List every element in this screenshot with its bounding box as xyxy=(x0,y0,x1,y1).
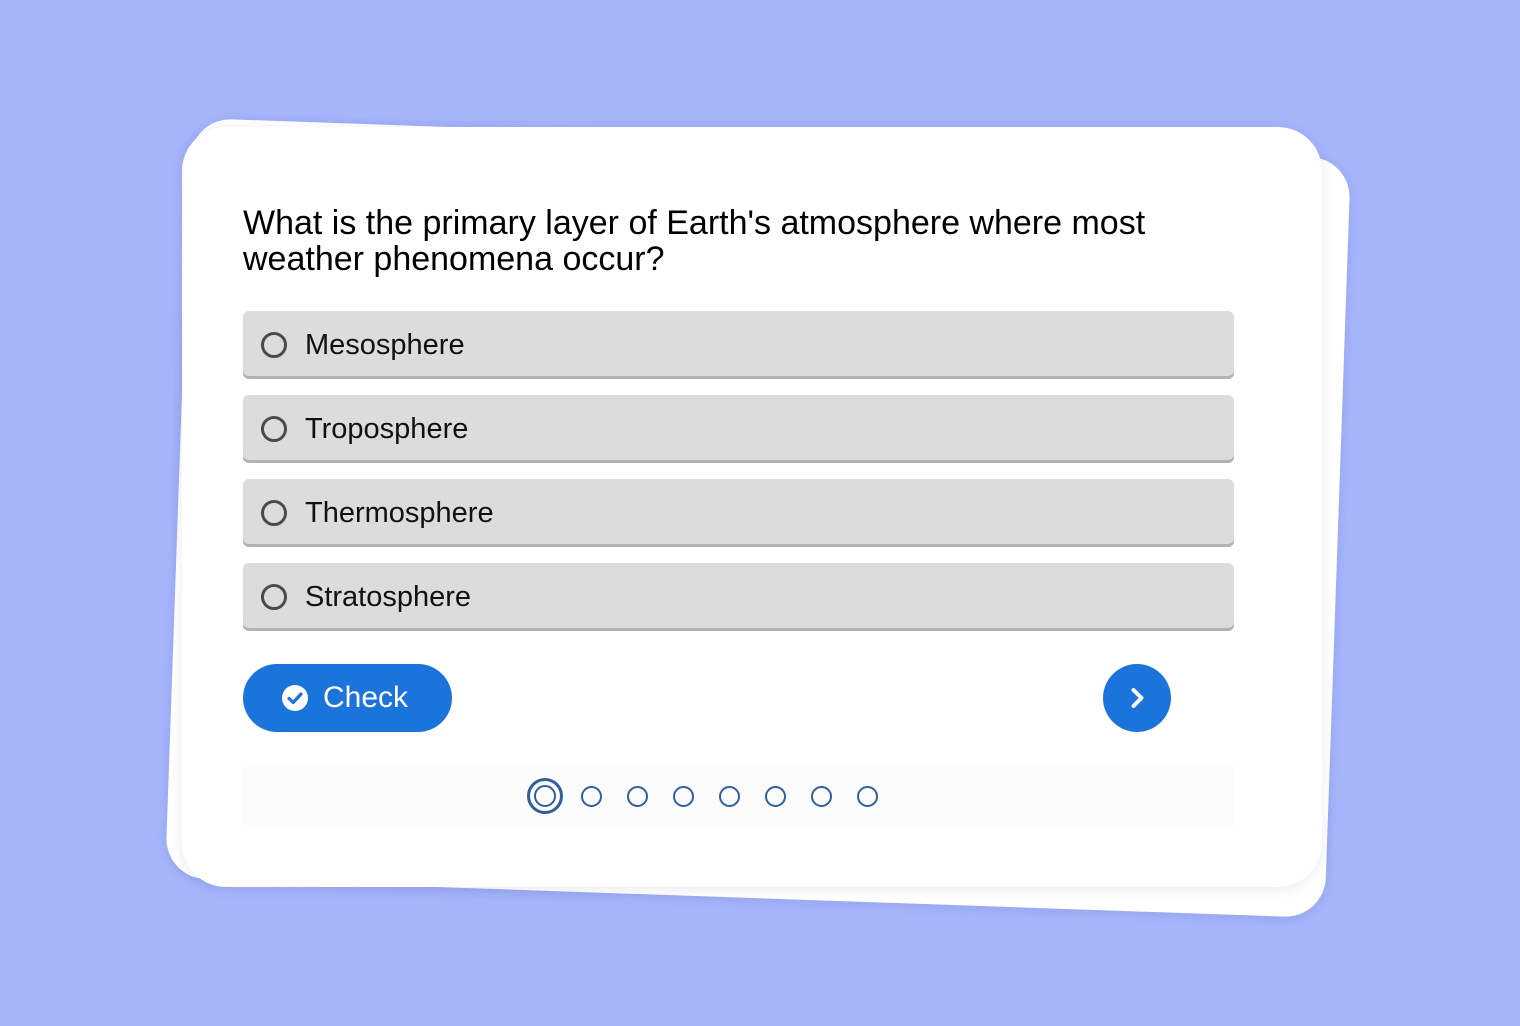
pagination-dot-3[interactable] xyxy=(626,785,648,807)
quiz-stage: What is the primary layer of Earth's atm… xyxy=(0,0,1520,1026)
answer-option-mesosphere[interactable]: Mesosphere xyxy=(243,311,1234,379)
check-button-label: Check xyxy=(323,681,409,714)
answer-option-label: Thermosphere xyxy=(305,496,494,529)
answer-option-label: Troposphere xyxy=(305,412,469,445)
answer-option-troposphere[interactable]: Troposphere xyxy=(243,395,1234,463)
radio-button-icon[interactable] xyxy=(261,332,287,358)
pagination-dot-4[interactable] xyxy=(672,785,694,807)
answer-option-label: Stratosphere xyxy=(305,580,472,613)
chevron-right-icon xyxy=(1131,688,1144,708)
pagination-dot-8[interactable] xyxy=(856,785,878,807)
pagination-dot-2[interactable] xyxy=(580,785,602,807)
next-question-button[interactable] xyxy=(1103,664,1171,732)
answer-option-label: Mesosphere xyxy=(305,328,465,361)
radio-button-icon[interactable] xyxy=(261,500,287,526)
question-pagination xyxy=(243,767,1234,825)
question-text: What is the primary layer of Earth's atm… xyxy=(243,204,1146,278)
pagination-dot-1-current[interactable] xyxy=(527,778,563,814)
pagination-dots xyxy=(527,778,890,814)
check-button[interactable]: Check xyxy=(243,664,452,732)
radio-button-icon[interactable] xyxy=(261,584,287,610)
answer-option-thermosphere[interactable]: Thermosphere xyxy=(243,479,1234,547)
answer-options: Mesosphere Troposphere Thermosphere Stra… xyxy=(243,311,1234,647)
pagination-dot-6[interactable] xyxy=(764,785,786,807)
radio-button-icon[interactable] xyxy=(261,416,287,442)
pagination-dot-7[interactable] xyxy=(810,785,832,807)
check-circle-icon xyxy=(282,685,308,711)
pagination-dot-5[interactable] xyxy=(718,785,740,807)
quiz-card: What is the primary layer of Earth's atm… xyxy=(182,127,1322,887)
answer-option-stratosphere[interactable]: Stratosphere xyxy=(243,563,1234,631)
